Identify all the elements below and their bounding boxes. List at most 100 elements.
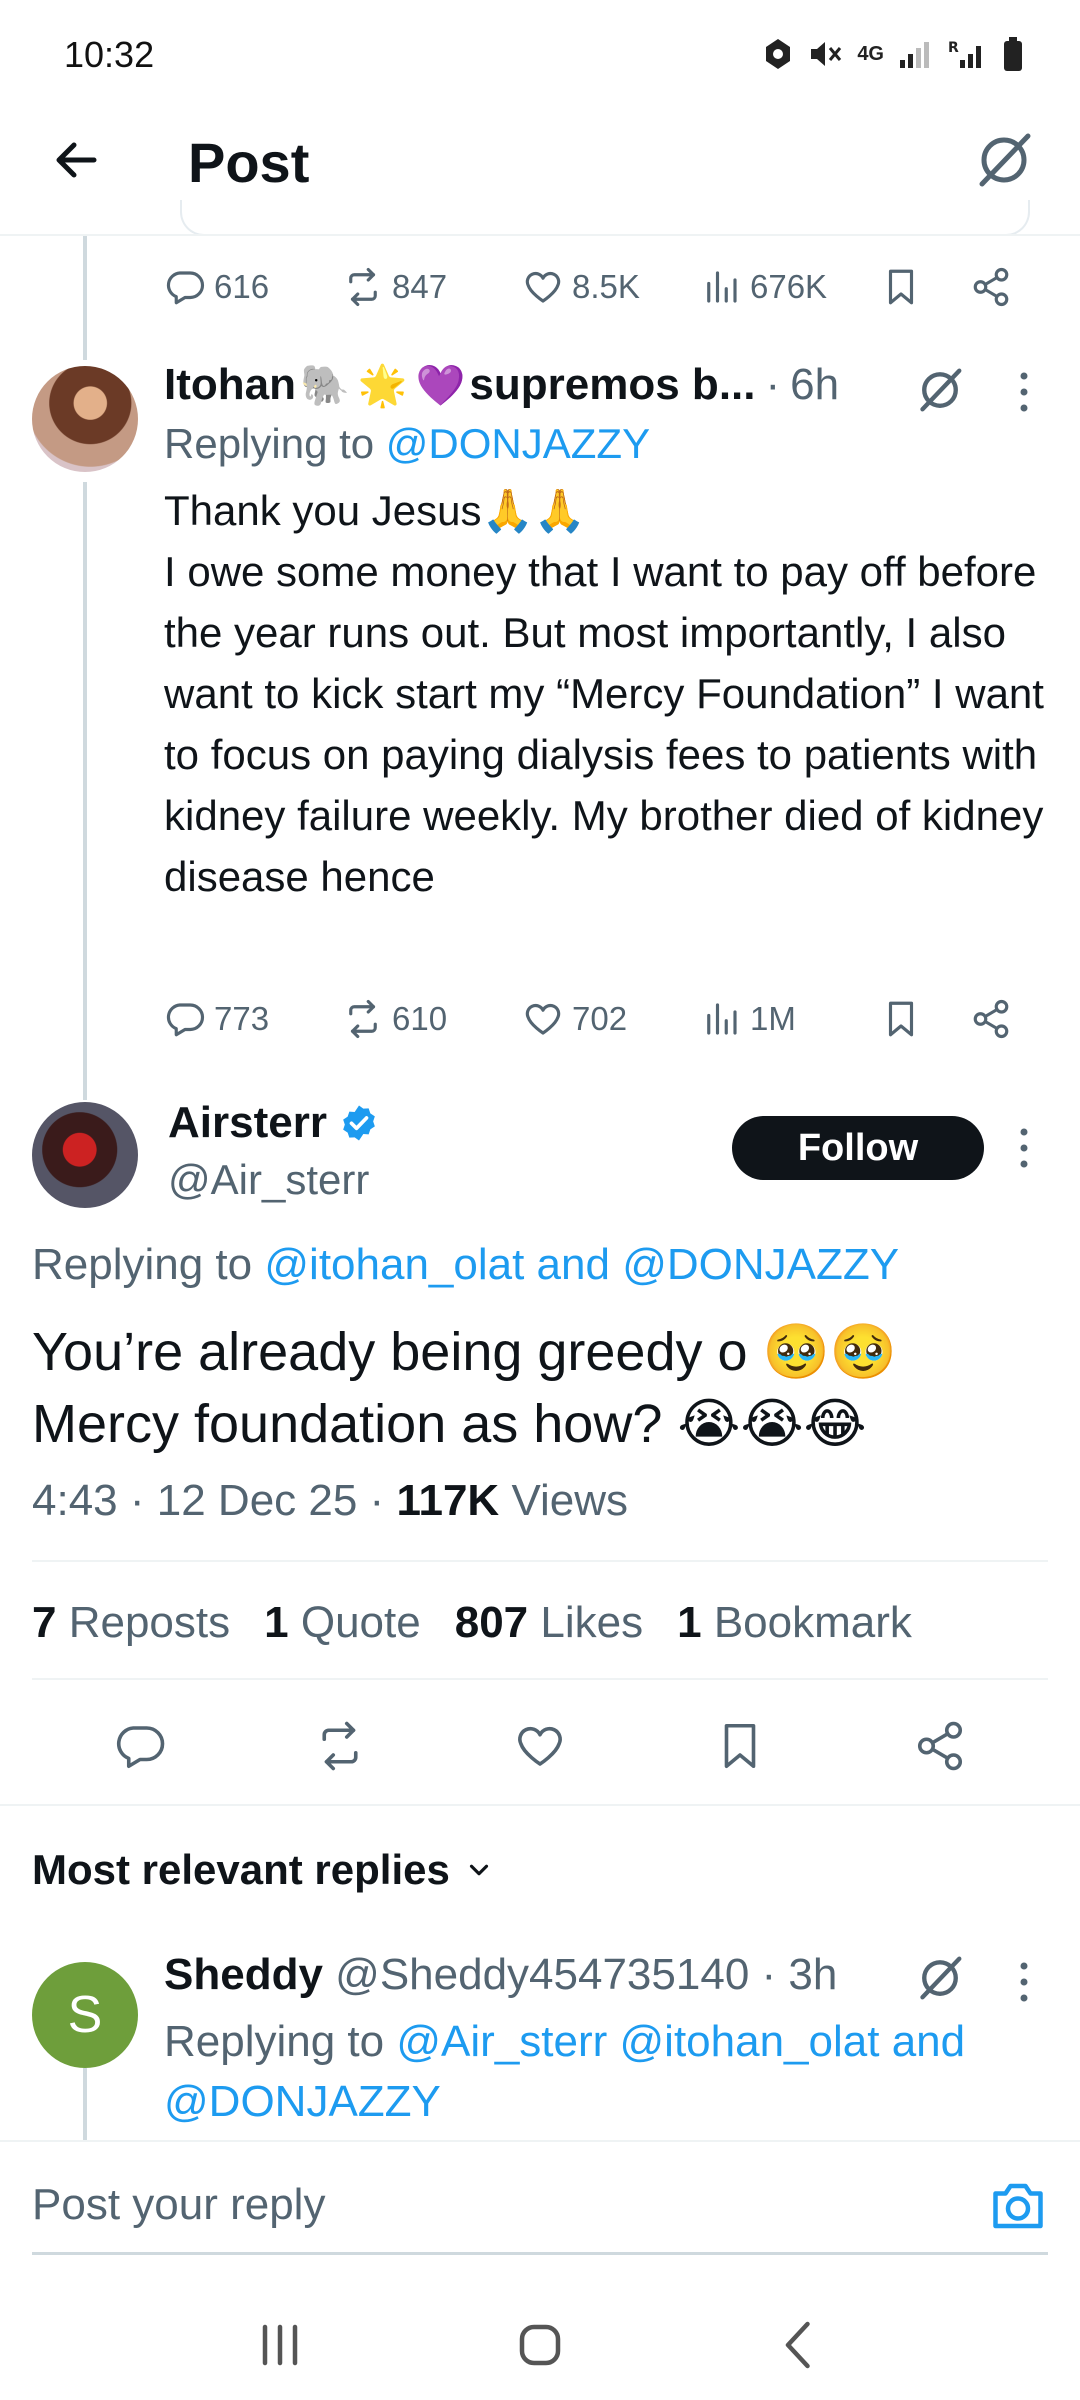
battery-icon [1004, 37, 1022, 71]
separator: · [761, 1950, 777, 1999]
section-divider [0, 1804, 1080, 1806]
divider [32, 1678, 1048, 1680]
author-emoji: 💜 [415, 362, 466, 409]
post-text-line: Mercy foundation as how? 😭😭😂 [32, 1394, 867, 1454]
post-date: 12 Dec 25 [156, 1476, 358, 1525]
reposts-stat[interactable]: 7 Reposts [32, 1598, 230, 1648]
views-icon [707, 1003, 737, 1035]
replying-prefix: Replying to [164, 2017, 385, 2066]
quotes-stat[interactable]: 1 Quote [264, 1598, 421, 1648]
more-button[interactable] [1004, 1954, 1044, 2010]
reply-input-underline [32, 2252, 1048, 2255]
reposts-count: 7 [32, 1598, 57, 1647]
recent-apps-icon[interactable] [250, 2315, 310, 2375]
replying-prefix: Replying to [164, 420, 375, 467]
repost-count: 610 [392, 1000, 448, 1037]
share-action[interactable] [970, 266, 1020, 308]
arrow-left-icon [56, 142, 97, 178]
like-action[interactable]: 8.5K [522, 266, 700, 308]
bookmark-action[interactable] [880, 998, 970, 1040]
bookmark-icon [888, 1001, 914, 1037]
grok-icon [979, 133, 1031, 187]
share-action[interactable] [970, 998, 1020, 1040]
bookmarks-count: 1 [677, 1598, 702, 1647]
main-post-actions [0, 1706, 1080, 1786]
status-time: 10:32 [64, 34, 155, 75]
replying-to: Replying to @DONJAZZY [164, 420, 650, 468]
repost-action[interactable]: 847 [342, 266, 522, 308]
follow-button[interactable]: Follow [732, 1116, 984, 1180]
mention-link[interactable]: @DONJAZZY [386, 420, 650, 467]
avatar[interactable] [32, 1102, 138, 1208]
back-button[interactable] [44, 128, 108, 192]
share-icon[interactable] [913, 1719, 967, 1773]
network-type-icon: 4G [857, 42, 884, 65]
reply-action[interactable]: 773 [164, 998, 342, 1040]
heart-icon [525, 1003, 561, 1035]
views-icon [707, 271, 737, 303]
views-label: Views [511, 1476, 629, 1525]
like-action[interactable]: 702 [522, 998, 700, 1040]
like-count: 702 [572, 1000, 628, 1037]
reply-input[interactable]: Post your reply [32, 2180, 325, 2230]
repost-action[interactable]: 610 [342, 998, 522, 1040]
separator: · [765, 360, 781, 409]
views-count: 676K [750, 268, 828, 305]
author-name[interactable]: Airsterr [168, 1098, 327, 1148]
mention-link[interactable]: @itohan_olat and @DONJAZZY [264, 1240, 899, 1289]
avatar[interactable] [32, 366, 138, 472]
quotes-count: 1 [264, 1598, 289, 1647]
author-handle[interactable]: @Air_sterr [168, 1156, 369, 1204]
grok-button[interactable] [912, 362, 968, 418]
more-button[interactable] [1004, 364, 1044, 420]
grok-icon [920, 368, 962, 412]
reply-count: 616 [214, 268, 270, 305]
like-count: 8.5K [572, 268, 640, 305]
more-button[interactable] [1004, 1120, 1044, 1176]
back-nav-icon[interactable] [770, 2315, 830, 2375]
grok-button[interactable] [972, 128, 1036, 192]
author-emoji: 🐘 [299, 362, 350, 409]
bookmarks-stat[interactable]: 1 Bookmark [677, 1598, 912, 1648]
post-author-line: Sheddy @Sheddy454735140 · 3h [164, 1950, 837, 2000]
views-action[interactable]: 676K [700, 266, 880, 308]
post-actions: 773 610 702 1M [164, 998, 1034, 1040]
bookmark-icon [888, 269, 914, 305]
grok-button[interactable] [912, 1950, 968, 2006]
author-emoji: 🌟 [357, 362, 408, 409]
home-icon[interactable] [510, 2315, 570, 2375]
post-meta: 4:43 · 12 Dec 25 · 117K Views [32, 1476, 629, 1525]
thread-line [83, 482, 87, 1100]
author-handle[interactable]: @Sheddy454735140 [335, 1950, 749, 1999]
reply-action[interactable]: 616 [164, 266, 342, 308]
author-name-suffix[interactable]: supremos b... [469, 360, 755, 410]
likes-stat[interactable]: 807 Likes [455, 1598, 643, 1648]
quoted-post-card[interactable] [180, 200, 1030, 236]
bookmark-icon[interactable] [713, 1719, 767, 1773]
repost-icon [349, 267, 377, 307]
repost-icon[interactable] [313, 1719, 367, 1773]
bookmarks-label: Bookmark [713, 1598, 912, 1647]
system-nav-bar [0, 2290, 1080, 2400]
views-action[interactable]: 1M [700, 998, 880, 1040]
sort-replies-dropdown[interactable]: Most relevant replies [32, 1846, 494, 1894]
author-name-line[interactable]: Airsterr [168, 1098, 379, 1148]
divider [32, 1560, 1048, 1562]
replying-prefix: Replying to [32, 1240, 253, 1289]
sort-replies-label: Most relevant replies [32, 1846, 450, 1893]
author-name[interactable]: Itohan [164, 360, 296, 410]
page-title: Post [188, 131, 310, 194]
heart-icon[interactable] [513, 1719, 567, 1773]
reply-icon[interactable] [113, 1719, 167, 1773]
post-stats: 7 Reposts 1 Quote 807 Likes 1 Bookmark [32, 1598, 912, 1648]
verified-badge-icon [343, 1105, 375, 1141]
camera-button[interactable] [988, 2178, 1048, 2234]
post-text: You’re already being greedy o 🥹🥹 Mercy f… [32, 1316, 1042, 1460]
repost-icon [349, 999, 377, 1039]
post-time: 3h [788, 1950, 838, 1999]
quoted-post-actions: 616 847 8.5K 676K [164, 266, 1034, 308]
avatar[interactable]: S [32, 1962, 138, 2068]
thread-line [83, 236, 87, 360]
bookmark-action[interactable] [880, 266, 970, 308]
author-name[interactable]: Sheddy [164, 1950, 323, 1999]
